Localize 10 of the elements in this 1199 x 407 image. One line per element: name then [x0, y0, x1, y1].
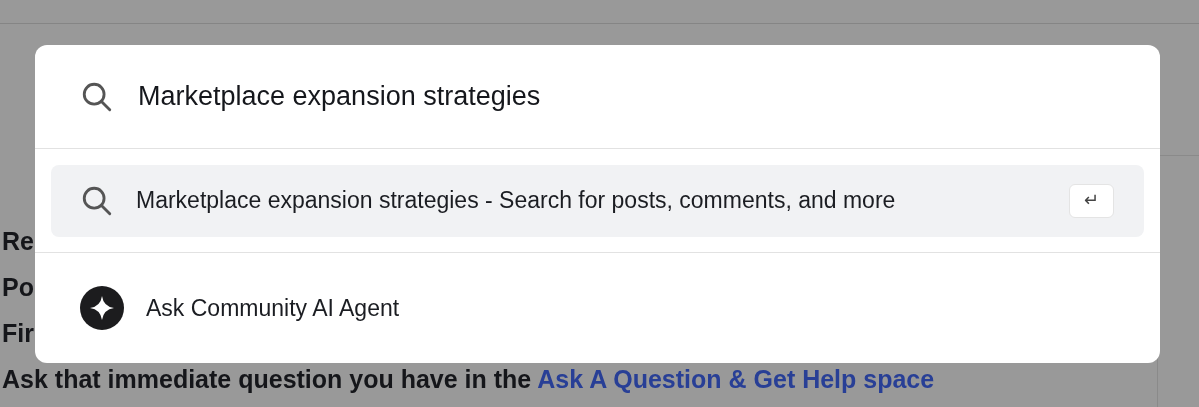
page-text: Re: [2, 227, 34, 255]
result-text: Marketplace expansion strategies - Search for posts, comments, and more: [136, 186, 897, 216]
page-text: Fir: [2, 319, 34, 347]
search-field[interactable]: Marketplace expansion strategies: [138, 76, 1115, 117]
page-text: Po: [2, 273, 34, 301]
enter-key: ↵: [1069, 183, 1114, 218]
search-result[interactable]: Marketplace expansion strategies - Search for posts, comments, and more ↵: [51, 164, 1144, 237]
ai-agent-item[interactable]: Ask Community AI Agent: [35, 253, 1160, 363]
page-text: Ask that immediate question you have in the: [2, 365, 533, 393]
sparkle-icon: [80, 286, 124, 330]
